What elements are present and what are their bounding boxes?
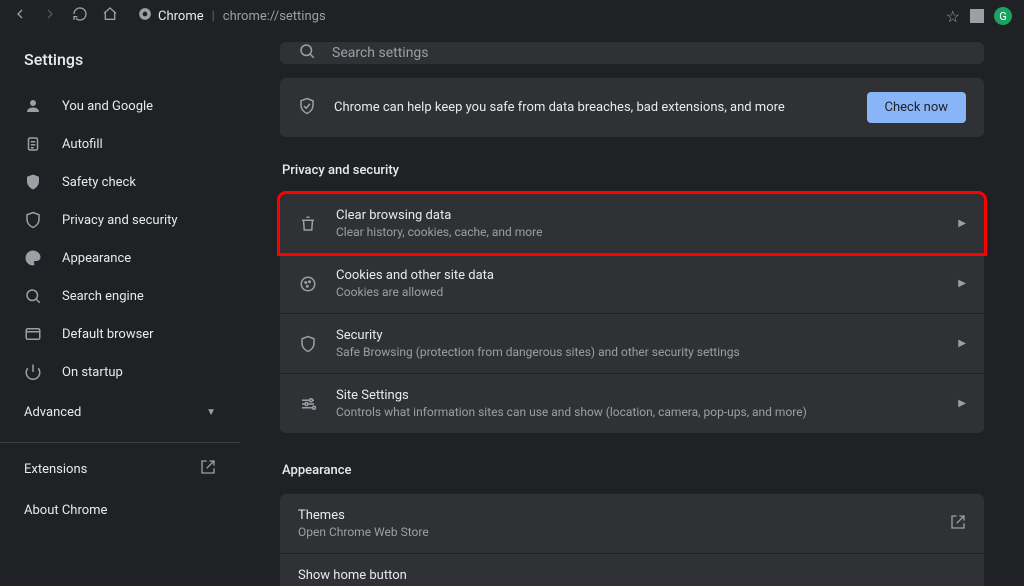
back-icon[interactable]	[12, 6, 28, 26]
profile-avatar[interactable]: G	[994, 7, 1012, 25]
shield-check-icon	[24, 173, 42, 191]
sidebar-item-you-and-google[interactable]: You and Google	[0, 87, 240, 125]
shield-check-icon	[298, 97, 316, 119]
sidebar-item-label: Search engine	[62, 289, 144, 304]
extension-box-icon[interactable]	[970, 9, 984, 23]
sidebar-item-privacy-security[interactable]: Privacy and security	[0, 201, 240, 239]
bookmark-star-icon[interactable]: ☆	[946, 7, 960, 26]
check-now-button[interactable]: Check now	[867, 92, 967, 123]
reload-icon[interactable]	[72, 6, 88, 26]
card-subtitle: Cookies are allowed	[336, 285, 940, 299]
sidebar-item-safety-check[interactable]: Safety check	[0, 163, 240, 201]
person-icon	[24, 97, 42, 115]
sidebar-item-autofill[interactable]: Autofill	[0, 125, 240, 163]
search-icon	[298, 42, 316, 64]
sidebar-about-chrome-link[interactable]: About Chrome	[0, 491, 240, 530]
card-title: Security	[336, 328, 940, 343]
chevron-right-icon: ▶	[958, 338, 966, 349]
browser-toolbar: Chrome | chrome://settings ☆ G	[0, 0, 1024, 32]
card-title: Cookies and other site data	[336, 268, 940, 283]
power-icon	[24, 363, 42, 381]
omnibox-url: chrome://settings	[223, 9, 326, 24]
chrome-logo-icon	[138, 7, 152, 25]
sidebar-item-appearance[interactable]: Appearance	[0, 239, 240, 277]
sidebar-item-default-browser[interactable]: Default browser	[0, 315, 240, 353]
tune-icon	[298, 395, 318, 413]
open-in-new-icon	[200, 459, 216, 479]
sidebar-item-label: Default browser	[62, 327, 154, 342]
card-title: Site Settings	[336, 388, 940, 403]
card-clear-browsing-data[interactable]: Clear browsing data Clear history, cooki…	[280, 194, 984, 253]
address-bar[interactable]: Chrome | chrome://settings	[128, 3, 936, 29]
sidebar-item-label: On startup	[62, 365, 123, 380]
card-themes[interactable]: Themes Open Chrome Web Store	[280, 494, 984, 553]
sidebar-item-label: You and Google	[62, 99, 153, 114]
appearance-cards: Themes Open Chrome Web Store Show home b…	[280, 494, 984, 586]
sidebar-item-label: Safety check	[62, 175, 136, 190]
card-cookies[interactable]: Cookies and other site data Cookies are …	[280, 254, 984, 313]
window-icon	[24, 325, 42, 343]
card-subtitle: Controls what information sites can use …	[336, 405, 940, 419]
search-settings-row	[280, 42, 984, 64]
banner-text: Chrome can help keep you safe from data …	[334, 100, 849, 115]
sidebar-item-label: Appearance	[62, 251, 131, 266]
extensions-label: Extensions	[24, 462, 87, 477]
chevron-right-icon: ▶	[958, 398, 966, 409]
card-subtitle: Open Chrome Web Store	[298, 525, 932, 539]
settings-content: Chrome can help keep you safe from data …	[240, 32, 1024, 586]
home-icon[interactable]	[102, 6, 118, 26]
sidebar-item-label: Autofill	[62, 137, 103, 152]
chevron-down-icon: ▼	[206, 407, 216, 418]
sidebar-extensions-link[interactable]: Extensions	[0, 447, 240, 491]
trash-icon	[298, 215, 318, 233]
clipboard-icon	[24, 135, 42, 153]
card-subtitle: Safe Browsing (protection from dangerous…	[336, 345, 940, 359]
sidebar-item-label: Privacy and security	[62, 213, 178, 228]
card-title: Clear browsing data	[336, 208, 940, 223]
settings-sidebar: Settings You and Google Autofill Safety …	[0, 32, 240, 586]
sidebar-item-search-engine[interactable]: Search engine	[0, 277, 240, 315]
about-chrome-label: About Chrome	[24, 503, 107, 518]
card-site-settings[interactable]: Site Settings Controls what information …	[280, 374, 984, 433]
privacy-cards: Clear browsing data Clear history, cooki…	[280, 194, 984, 433]
card-title: Show home button	[298, 568, 966, 583]
chevron-right-icon: ▶	[958, 278, 966, 289]
open-in-new-icon	[950, 514, 966, 534]
card-security[interactable]: Security Safe Browsing (protection from …	[280, 314, 984, 373]
palette-icon	[24, 249, 42, 267]
omnibox-app-label: Chrome	[158, 9, 204, 24]
chevron-right-icon: ▶	[958, 218, 966, 229]
sidebar-title: Settings	[0, 50, 240, 87]
search-icon	[24, 287, 42, 305]
forward-icon[interactable]	[42, 6, 58, 26]
card-title: Themes	[298, 508, 932, 523]
cookie-icon	[298, 275, 318, 293]
card-show-home-button[interactable]: Show home button	[280, 554, 984, 586]
section-title-appearance: Appearance	[282, 463, 984, 478]
shield-icon	[298, 335, 318, 353]
card-subtitle: Clear history, cookies, cache, and more	[336, 225, 940, 239]
sidebar-advanced-toggle[interactable]: Advanced ▼	[0, 391, 240, 434]
sidebar-item-on-startup[interactable]: On startup	[0, 353, 240, 391]
advanced-label: Advanced	[24, 405, 81, 420]
shield-icon	[24, 211, 42, 229]
safety-check-banner: Chrome can help keep you safe from data …	[280, 78, 984, 137]
section-title-privacy: Privacy and security	[282, 163, 984, 178]
search-settings-input[interactable]	[332, 45, 966, 61]
